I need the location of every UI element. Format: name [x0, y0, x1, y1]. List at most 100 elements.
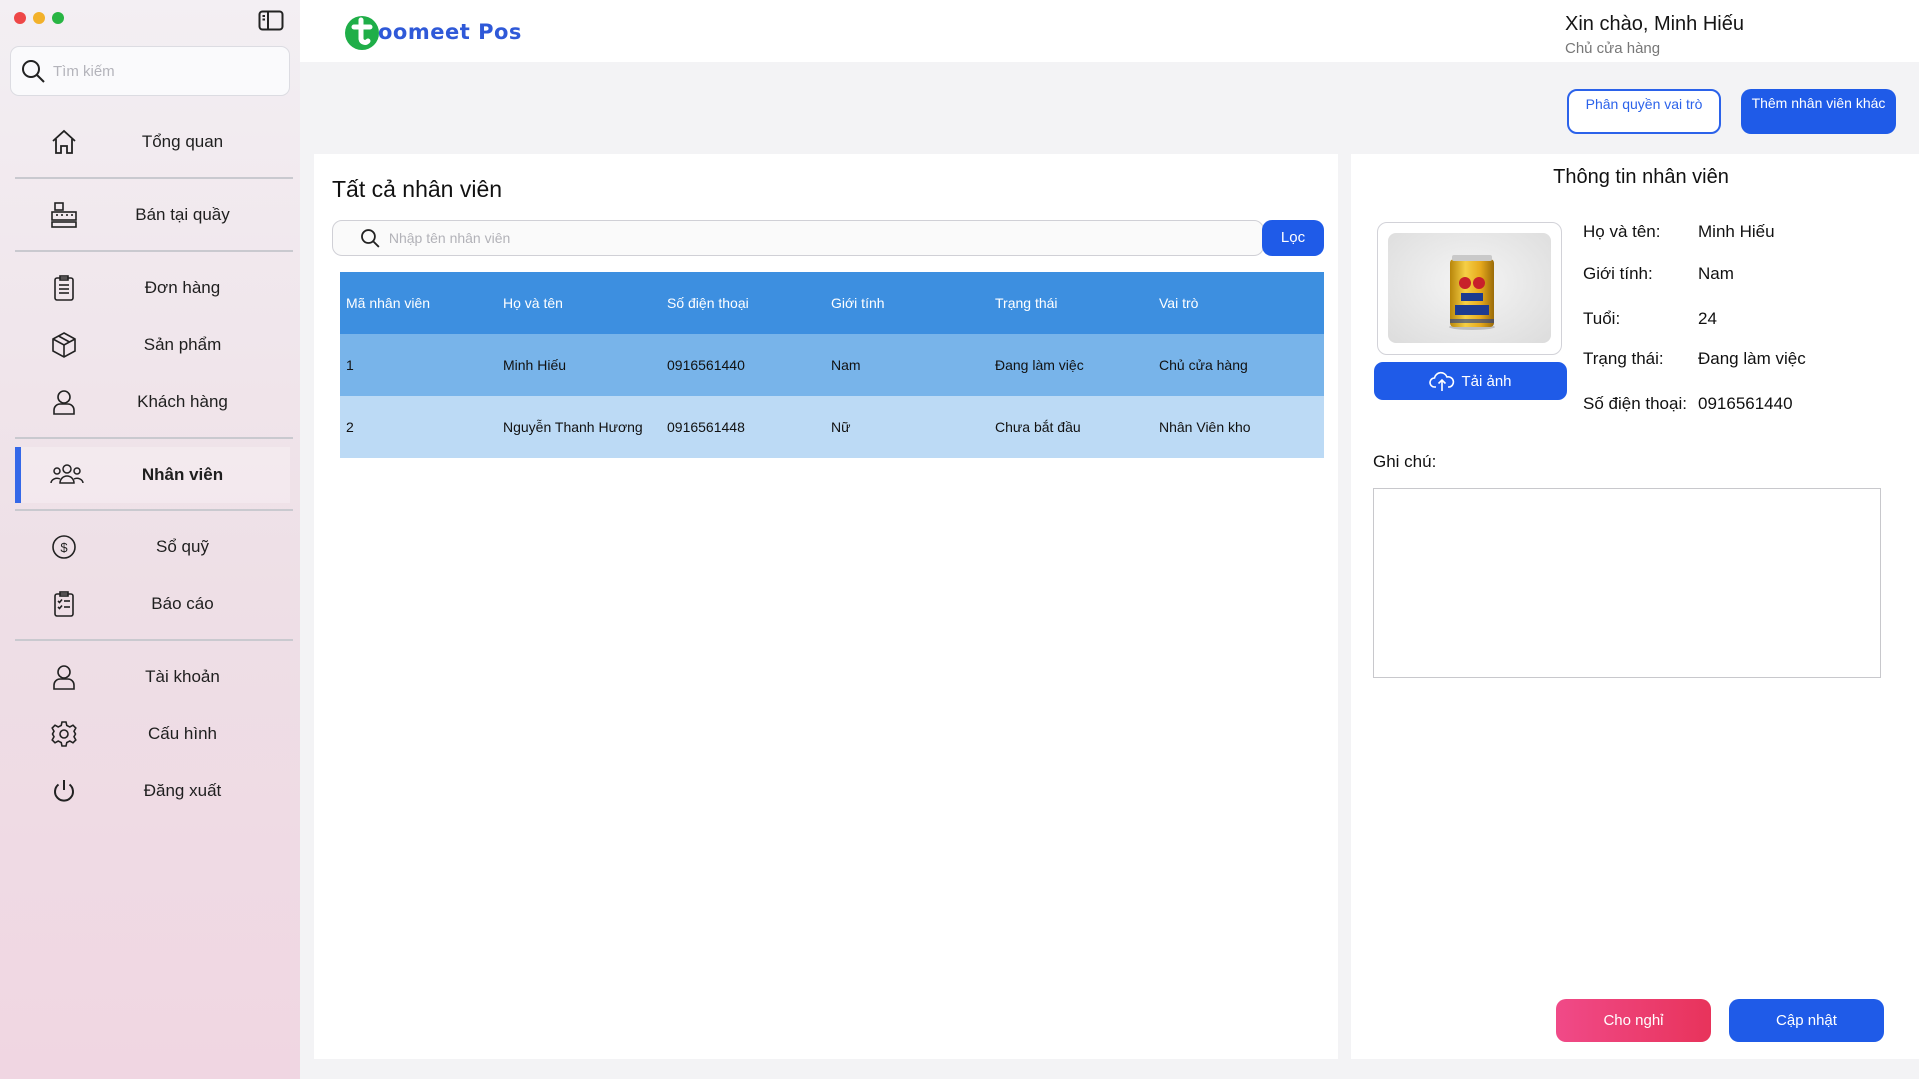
note-textarea[interactable] — [1373, 488, 1881, 678]
sidebar-item-label: Bán tại quầy — [135, 205, 230, 224]
field-value: Đang làm việc — [1698, 349, 1806, 368]
filter-button[interactable]: Lọc — [1262, 220, 1324, 256]
field-key: Số điện thoại: — [1583, 394, 1687, 413]
column-header[interactable]: Họ và tên — [503, 295, 667, 311]
cell-employee-id: 1 — [346, 357, 354, 373]
cell-status: Đang làm việc — [995, 357, 1084, 373]
divider — [15, 437, 293, 439]
field-value: 0916561440 — [1698, 394, 1793, 413]
cell-employee-id: 2 — [346, 419, 354, 435]
employee-search[interactable] — [332, 220, 1264, 256]
sidebar-item-label: Đơn hàng — [144, 278, 221, 297]
upload-photo-button[interactable]: Tải ảnh — [1374, 362, 1567, 400]
cell-phone: 0916561440 — [667, 357, 745, 373]
field-value: 24 — [1698, 309, 1717, 328]
table-row[interactable]: 2 Nguyễn Thanh Hương 0916561448 Nữ Chưa … — [340, 396, 1324, 458]
sidebar-item-label: Sổ quỹ — [156, 537, 209, 556]
sidebar-item-khach-hang[interactable]: Khách hàng — [15, 374, 290, 430]
employee-photo — [1388, 233, 1551, 343]
sidebar-item-label: Khách hàng — [137, 392, 228, 411]
sidebar-item-tong-quan[interactable]: Tổng quan — [15, 114, 290, 170]
logo-t-icon — [345, 16, 379, 50]
user-greeting: Xin chào, Minh Hiếu Chủ cửa hàng — [1565, 13, 1744, 57]
role-permissions-button[interactable]: Phân quyền vai trò — [1567, 89, 1721, 134]
sidebar-item-ban-tai-quay[interactable]: Bán tại quầy — [15, 187, 290, 243]
column-header[interactable]: Giới tính — [831, 295, 995, 311]
top-bar: oomeet Pos Xin chào, Minh Hiếu Chủ cửa h… — [300, 0, 1919, 62]
field-key: Họ và tên: — [1583, 222, 1661, 241]
field-age: Tuổi: 24 — [1583, 309, 1717, 329]
field-status: Trạng thái: Đang làm việc — [1583, 349, 1806, 369]
dismiss-employee-button[interactable]: Cho nghỉ — [1556, 999, 1711, 1042]
sidebar-item-label: Cấu hình — [148, 724, 217, 743]
close-window-button[interactable] — [14, 12, 26, 24]
employee-detail-panel: Thông tin nhân viên Tải ảnh Họ và tên: M… — [1351, 154, 1919, 1059]
field-full-name: Họ và tên: Minh Hiếu — [1583, 222, 1775, 242]
sidebar-item-nhan-vien[interactable]: Nhân viên — [15, 447, 290, 503]
greeting-text: Xin chào, Minh Hiếu — [1565, 13, 1744, 35]
column-header[interactable]: Trạng thái — [995, 295, 1159, 311]
drink-can-image — [1449, 255, 1495, 330]
add-employee-button[interactable]: Thêm nhân viên khác — [1741, 89, 1896, 134]
field-key: Tuổi: — [1583, 309, 1621, 328]
field-key: Trạng thái: — [1583, 349, 1664, 368]
employee-photo-frame — [1377, 222, 1562, 355]
sidebar-item-label: Sản phẩm — [143, 335, 222, 354]
table-header: Mã nhân viên Họ và tên Số điện thoại Giớ… — [340, 272, 1324, 334]
sidebar-item-cau-hinh[interactable]: Cấu hình — [15, 706, 290, 762]
field-key: Giới tính: — [1583, 264, 1653, 283]
divider — [15, 250, 293, 252]
sidebar-item-don-hang[interactable]: Đơn hàng — [15, 260, 290, 316]
cloud-upload-icon — [1429, 371, 1455, 391]
column-header[interactable]: Vai trò — [1159, 295, 1324, 311]
user-role: Chủ cửa hàng — [1565, 40, 1661, 57]
minimize-window-button[interactable] — [33, 12, 45, 24]
logo-text: oomeet Pos — [378, 20, 522, 44]
sidebar-item-label: Đăng xuất — [143, 781, 222, 800]
search-icon — [361, 229, 380, 248]
window-controls — [14, 12, 64, 24]
cell-full-name: Nguyễn Thanh Hương — [503, 419, 643, 435]
field-phone: Số điện thoại: 0916561440 — [1583, 394, 1793, 414]
detail-title: Thông tin nhân viên — [1553, 166, 1729, 188]
update-button[interactable]: Cập nhật — [1729, 999, 1884, 1042]
sidebar-search-input[interactable] — [53, 62, 283, 80]
cell-status: Chưa bắt đầu — [995, 419, 1081, 435]
employee-list-panel: Tất cả nhân viên Lọc Mã nhân viên Họ và … — [314, 154, 1338, 1059]
employee-search-input[interactable] — [388, 230, 1263, 246]
sidebar-item-dang-xuat[interactable]: Đăng xuất — [15, 763, 290, 819]
sidebar-item-so-quy[interactable]: $ Sổ quỹ — [15, 519, 290, 575]
sidebar-item-bao-cao[interactable]: Báo cáo — [15, 576, 290, 632]
cell-gender: Nam — [831, 357, 861, 373]
sidebar-item-label: Nhân viên — [141, 465, 224, 484]
sidebar-search[interactable] — [10, 46, 290, 96]
note-label: Ghi chú: — [1373, 452, 1437, 471]
field-value: Minh Hiếu — [1698, 222, 1775, 241]
sidebar: Tổng quan Bán tại quầy Đơn hàng Sản phẩm… — [0, 0, 300, 1079]
sidebar-item-san-pham[interactable]: Sản phẩm — [15, 317, 290, 373]
page-title: Tất cả nhân viên — [332, 176, 503, 202]
column-header[interactable]: Mã nhân viên — [340, 295, 503, 311]
app-logo[interactable]: oomeet Pos — [342, 12, 522, 52]
sidebar-item-label: Báo cáo — [151, 594, 214, 613]
sidebar-item-tai-khoan[interactable]: Tài khoản — [15, 649, 290, 705]
cell-full-name: Minh Hiếu — [503, 357, 567, 373]
divider — [15, 177, 293, 179]
sidebar-item-label: Tài khoản — [145, 667, 220, 686]
column-header[interactable]: Số điện thoại — [667, 295, 831, 311]
cell-phone: 0916561448 — [667, 419, 745, 435]
employee-table: Mã nhân viên Họ và tên Số điện thoại Giớ… — [340, 272, 1324, 458]
table-row[interactable]: 1 Minh Hiếu 0916561440 Nam Đang làm việc… — [340, 334, 1324, 396]
svg-text:$: $ — [60, 540, 68, 555]
field-gender: Giới tính: Nam — [1583, 264, 1734, 284]
maximize-window-button[interactable] — [52, 12, 64, 24]
sidebar-item-label: Tổng quan — [141, 132, 224, 151]
field-value: Nam — [1698, 264, 1734, 283]
sidebar-toggle-icon[interactable] — [258, 10, 284, 31]
cell-gender: Nữ — [831, 419, 851, 435]
divider — [15, 639, 293, 641]
upload-label: Tải ảnh — [1461, 372, 1512, 390]
search-icon — [22, 60, 45, 83]
cell-role: Chủ cửa hàng — [1159, 357, 1248, 373]
divider — [15, 509, 293, 511]
